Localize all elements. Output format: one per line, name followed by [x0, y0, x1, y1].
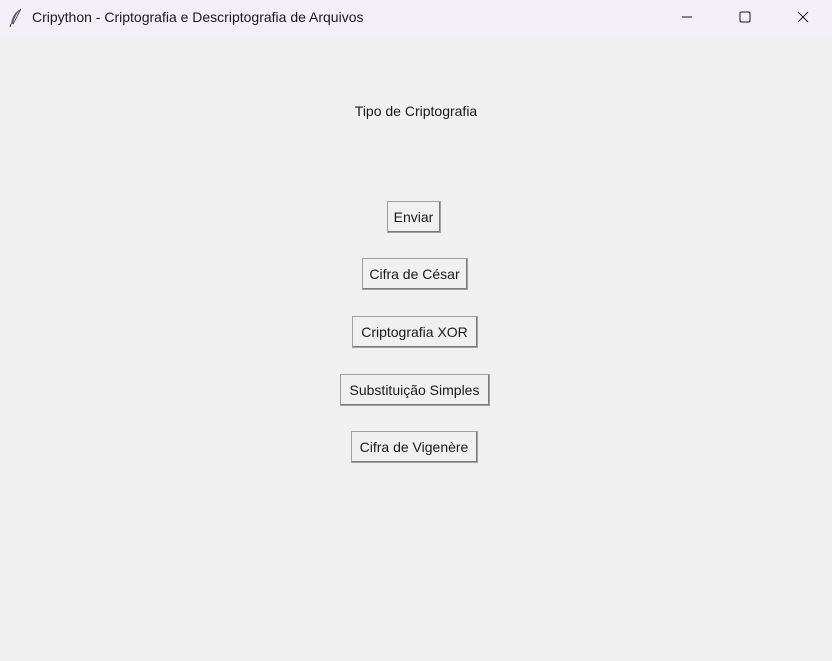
close-icon — [797, 10, 809, 28]
minimize-button[interactable] — [658, 0, 716, 37]
title-bar[interactable]: Cripython - Criptografia e Descriptograf… — [0, 0, 832, 37]
maximize-button[interactable] — [716, 0, 774, 37]
simple-substitution-button[interactable]: Substituição Simples — [340, 374, 490, 406]
maximize-icon — [739, 10, 751, 28]
feather-icon — [8, 8, 24, 28]
main-content: Tipo de Criptografia Enviar Cifra de Cés… — [0, 37, 832, 661]
send-button[interactable]: Enviar — [387, 201, 441, 233]
close-button[interactable] — [774, 0, 832, 37]
vigenere-cipher-button[interactable]: Cifra de Vigenère — [351, 431, 478, 463]
app-window: Cripython - Criptografia e Descriptograf… — [0, 0, 832, 661]
minimize-icon — [681, 10, 693, 28]
window-title: Cripython - Criptografia e Descriptograf… — [32, 9, 364, 25]
xor-cipher-button[interactable]: Criptografia XOR — [352, 316, 478, 348]
caesar-cipher-button[interactable]: Cifra de César — [362, 258, 468, 290]
page-title: Tipo de Criptografia — [354, 103, 478, 119]
